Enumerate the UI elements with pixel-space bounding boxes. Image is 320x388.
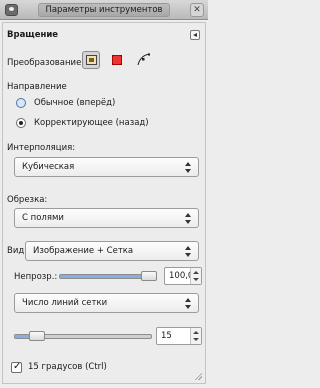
view-combo[interactable]: Изображение + Сетка	[25, 241, 199, 261]
updown-arrows-icon	[185, 162, 192, 173]
opacity-slider-fill	[60, 275, 150, 278]
direction-forward-label[interactable]: Обычное (вперёд)	[34, 98, 115, 108]
grid-lines-slider-handle[interactable]	[28, 331, 45, 341]
updown-arrows-icon	[185, 213, 192, 224]
interpolation-combo[interactable]: Кубическая	[14, 157, 199, 177]
path-icon	[137, 53, 150, 66]
title-bar[interactable]: Параметры инструментов ✕	[0, 0, 208, 20]
snap-15-degrees-label[interactable]: 15 градусов (Ctrl)	[28, 362, 107, 372]
updown-arrows-icon	[185, 298, 192, 309]
interpolation-label: Интерполяция:	[7, 143, 76, 153]
opacity-label: Непрозр.:	[14, 272, 58, 282]
transform-selection-button[interactable]	[108, 51, 126, 69]
close-icon[interactable]: ✕	[190, 3, 204, 17]
transform-layer-button[interactable]	[82, 51, 100, 69]
window-title: Параметры инструментов	[38, 3, 170, 17]
selection-icon	[112, 55, 122, 65]
direction-backward-label[interactable]: Корректирующее (назад)	[34, 118, 149, 128]
resize-grip-icon[interactable]	[194, 372, 202, 380]
grid-type-combo[interactable]: Число линий сетки	[14, 293, 199, 313]
transform-path-button[interactable]	[134, 51, 152, 69]
transform-label: Преобразование:	[7, 58, 85, 68]
snap-15-degrees-checkbox[interactable]	[11, 361, 22, 373]
grid-lines-spinbutton[interactable]: 15	[156, 327, 202, 345]
section-title: Вращение	[7, 30, 59, 40]
gimp-icon[interactable]	[5, 4, 18, 16]
layer-icon	[86, 55, 97, 65]
interpolation-value: Кубическая	[22, 162, 75, 172]
grid-lines-value: 15	[161, 331, 172, 341]
grid-type-value: Число линий сетки	[22, 298, 108, 308]
spin-arrows-icon[interactable]	[190, 268, 201, 284]
clipping-value: С полями	[22, 213, 64, 223]
spin-arrows-icon[interactable]	[190, 328, 201, 344]
configure-icon[interactable]	[190, 30, 200, 40]
direction-backward-radio[interactable]	[16, 118, 26, 128]
clipping-label: Обрезка:	[7, 195, 48, 205]
tool-options-panel: Вращение Преобразование: Направление Обы…	[2, 22, 206, 384]
opacity-spinbutton[interactable]: 100,0	[164, 267, 202, 285]
clipping-combo[interactable]: С полями	[14, 208, 199, 228]
updown-arrows-icon	[185, 246, 192, 257]
opacity-slider-handle[interactable]	[141, 271, 157, 281]
direction-forward-radio[interactable]	[16, 98, 26, 108]
direction-label: Направление	[7, 82, 67, 92]
view-value: Изображение + Сетка	[33, 246, 134, 256]
